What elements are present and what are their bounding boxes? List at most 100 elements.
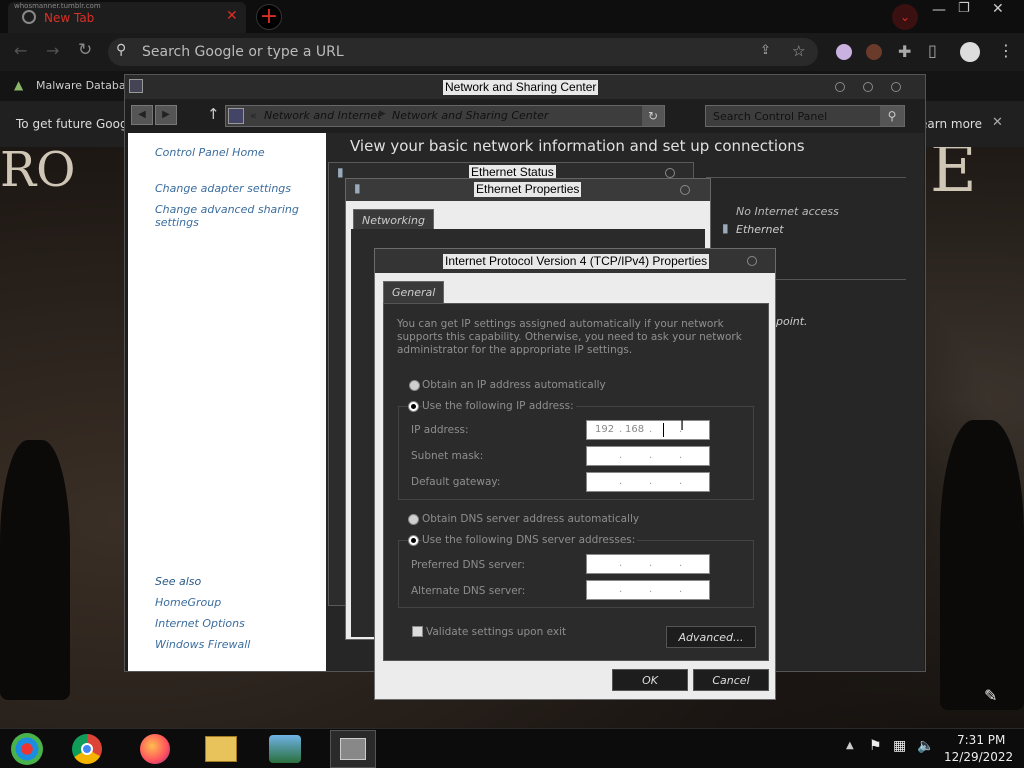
divider: [706, 177, 906, 178]
close-window-icon[interactable]: ✕: [992, 1, 1004, 17]
link-homegroup[interactable]: HomeGroup: [155, 596, 221, 609]
ethernet-properties-icon: ▮: [354, 181, 361, 195]
flag-icon[interactable]: ⚑: [869, 738, 882, 754]
wallpaper-letters: RO: [0, 142, 76, 198]
tab-subtitle: whosmanner.tumblr.com: [14, 2, 101, 10]
nsc-maximize-icon[interactable]: [863, 82, 873, 92]
nav-back-icon[interactable]: ◀: [131, 105, 153, 125]
radio-auto-dns[interactable]: [408, 514, 419, 525]
start-orb-icon: [11, 733, 43, 765]
browser-tab[interactable]: whosmanner.tumblr.com New Tab ✕: [8, 2, 246, 33]
avatar[interactable]: [960, 42, 980, 62]
advanced-button[interactable]: Advanced...: [666, 626, 756, 648]
taskbar-firefox[interactable]: [132, 730, 178, 768]
restore-icon[interactable]: ❐: [958, 1, 970, 16]
ibeam-cursor-icon: I: [680, 418, 685, 434]
tab-close-icon[interactable]: ✕: [226, 8, 238, 24]
clock-time[interactable]: 7:31 PM: [957, 733, 1005, 747]
ip-octet-1: 192: [595, 424, 615, 435]
validate-label: Validate settings upon exit: [426, 626, 567, 638]
breadcrumb-network-internet[interactable]: Network and Internet: [264, 109, 382, 122]
taskbar-chrome[interactable]: [64, 730, 110, 768]
tab-networking[interactable]: Networking: [353, 209, 434, 231]
minimize-icon[interactable]: —: [932, 2, 946, 18]
infobar-close-icon[interactable]: ✕: [992, 115, 1003, 130]
search-icon: ⚲: [116, 42, 127, 58]
tab-title: New Tab: [44, 11, 95, 25]
nav-forward-icon[interactable]: ▶: [155, 105, 177, 125]
puzzle-icon[interactable]: ✚: [898, 42, 911, 61]
profile-extension-icon[interactable]: [866, 44, 882, 60]
link-change-adapter[interactable]: Change adapter settings: [155, 182, 291, 195]
omnibox-placeholder: Search Google or type a URL: [142, 44, 344, 60]
text-cursor: [663, 423, 664, 437]
folder-icon: [205, 736, 237, 762]
search-placeholder: Search Control Panel: [713, 110, 828, 123]
omnibox[interactable]: ⚲ Search Google or type a URL ⇪ ☆: [108, 38, 818, 66]
nsc-left-pane: Control Panel Home Change adapter settin…: [128, 133, 326, 671]
link-windows-firewall[interactable]: Windows Firewall: [155, 638, 250, 651]
clock-date[interactable]: 12/29/2022: [944, 750, 1013, 764]
reload-icon[interactable]: ↻: [78, 40, 92, 60]
nsc-close-icon[interactable]: [891, 82, 901, 92]
back-icon[interactable]: ←: [14, 41, 27, 60]
share-icon[interactable]: ⇪: [760, 43, 771, 58]
taskbar-explorer[interactable]: [198, 730, 244, 768]
bookmark-star-icon[interactable]: ☆: [792, 42, 805, 60]
radio-manual-dns[interactable]: [408, 535, 419, 546]
tray-overflow-icon[interactable]: ▲: [846, 740, 854, 751]
nav-up-icon[interactable]: ↑: [207, 105, 220, 123]
search-icon[interactable]: ⚲: [880, 106, 904, 126]
tab-search-icon[interactable]: ⌄: [892, 4, 918, 30]
chrome-icon: [72, 734, 102, 764]
new-tab-icon[interactable]: +: [256, 4, 282, 30]
menu-icon[interactable]: ⋮: [998, 41, 1014, 60]
nsc-title: Network and Sharing Center: [443, 80, 599, 95]
subnet-mask-field[interactable]: ...: [586, 446, 710, 466]
link-advanced-sharing[interactable]: Change advanced sharing settings: [155, 203, 305, 229]
ipv4-close-icon[interactable]: [747, 256, 757, 266]
see-also-heading: See also: [155, 575, 202, 588]
volume-icon[interactable]: 🔈: [917, 738, 934, 754]
ok-button[interactable]: OK: [612, 669, 688, 691]
validate-checkbox[interactable]: [412, 626, 423, 637]
browser-tabstrip: whosmanner.tumblr.com New Tab ✕ + ⌄ — ❐ …: [0, 0, 1024, 33]
bookmark-icon: ▲: [14, 78, 24, 92]
link-control-panel-home[interactable]: Control Panel Home: [155, 146, 265, 159]
chrome-tab-icon: [22, 10, 36, 24]
ethernet-status-close-icon[interactable]: [665, 168, 675, 178]
nsc-minimize-icon[interactable]: [835, 82, 845, 92]
bookmark-link[interactable]: Malware Databa: [36, 79, 126, 92]
network-users-icon: [269, 735, 301, 763]
extension-icon[interactable]: [836, 44, 852, 60]
tab-general[interactable]: General: [383, 281, 445, 303]
infobar-learn-more[interactable]: earn more: [920, 117, 982, 131]
ethernet-icon: ▮: [722, 221, 729, 235]
preferred-dns-label: Preferred DNS server:: [411, 559, 526, 571]
nsc-titlebar: Network and Sharing Center: [125, 75, 925, 99]
firefox-icon: [140, 734, 170, 764]
alternate-dns-field[interactable]: ...: [586, 580, 710, 600]
ip-address-label: IP address:: [411, 424, 469, 436]
link-internet-options[interactable]: Internet Options: [155, 617, 245, 630]
radio-manual-ip[interactable]: [408, 401, 419, 412]
preferred-dns-field[interactable]: ...: [586, 554, 710, 574]
radio-auto-ip[interactable]: [409, 380, 420, 391]
radio-auto-dns-label: Obtain DNS server address automatically: [422, 513, 640, 525]
forward-icon[interactable]: →: [46, 41, 59, 60]
default-gateway-field[interactable]: ...: [586, 472, 710, 492]
ethernet-properties-close-icon[interactable]: [680, 185, 690, 195]
cancel-button[interactable]: Cancel: [693, 669, 769, 691]
breadcrumb-current: Network and Sharing Center: [392, 109, 549, 122]
address-bar[interactable]: « Network and Internet ▶ Network and Sha…: [225, 105, 665, 127]
taskbar-control-panel[interactable]: [330, 730, 376, 768]
ip-address-field[interactable]: 192 . 168 . .: [586, 420, 710, 440]
taskbar-network-app[interactable]: [262, 730, 308, 768]
search-control-panel[interactable]: Search Control Panel ⚲: [705, 105, 905, 127]
start-button[interactable]: [4, 730, 50, 768]
sidepanel-icon[interactable]: ▯: [928, 41, 937, 60]
pen-icon[interactable]: ✎: [984, 686, 997, 705]
refresh-icon[interactable]: ↻: [642, 106, 664, 126]
network-tray-icon[interactable]: ▦: [893, 738, 906, 754]
connection-link[interactable]: Ethernet: [736, 223, 784, 236]
